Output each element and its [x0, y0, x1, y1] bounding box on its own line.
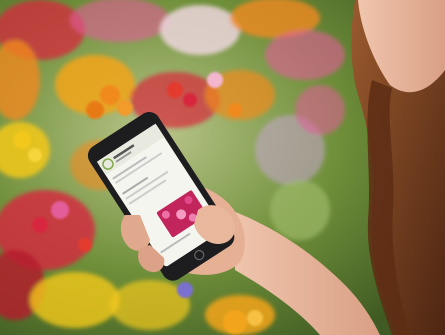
garden-scene [0, 0, 445, 335]
garden-photo [0, 0, 445, 335]
